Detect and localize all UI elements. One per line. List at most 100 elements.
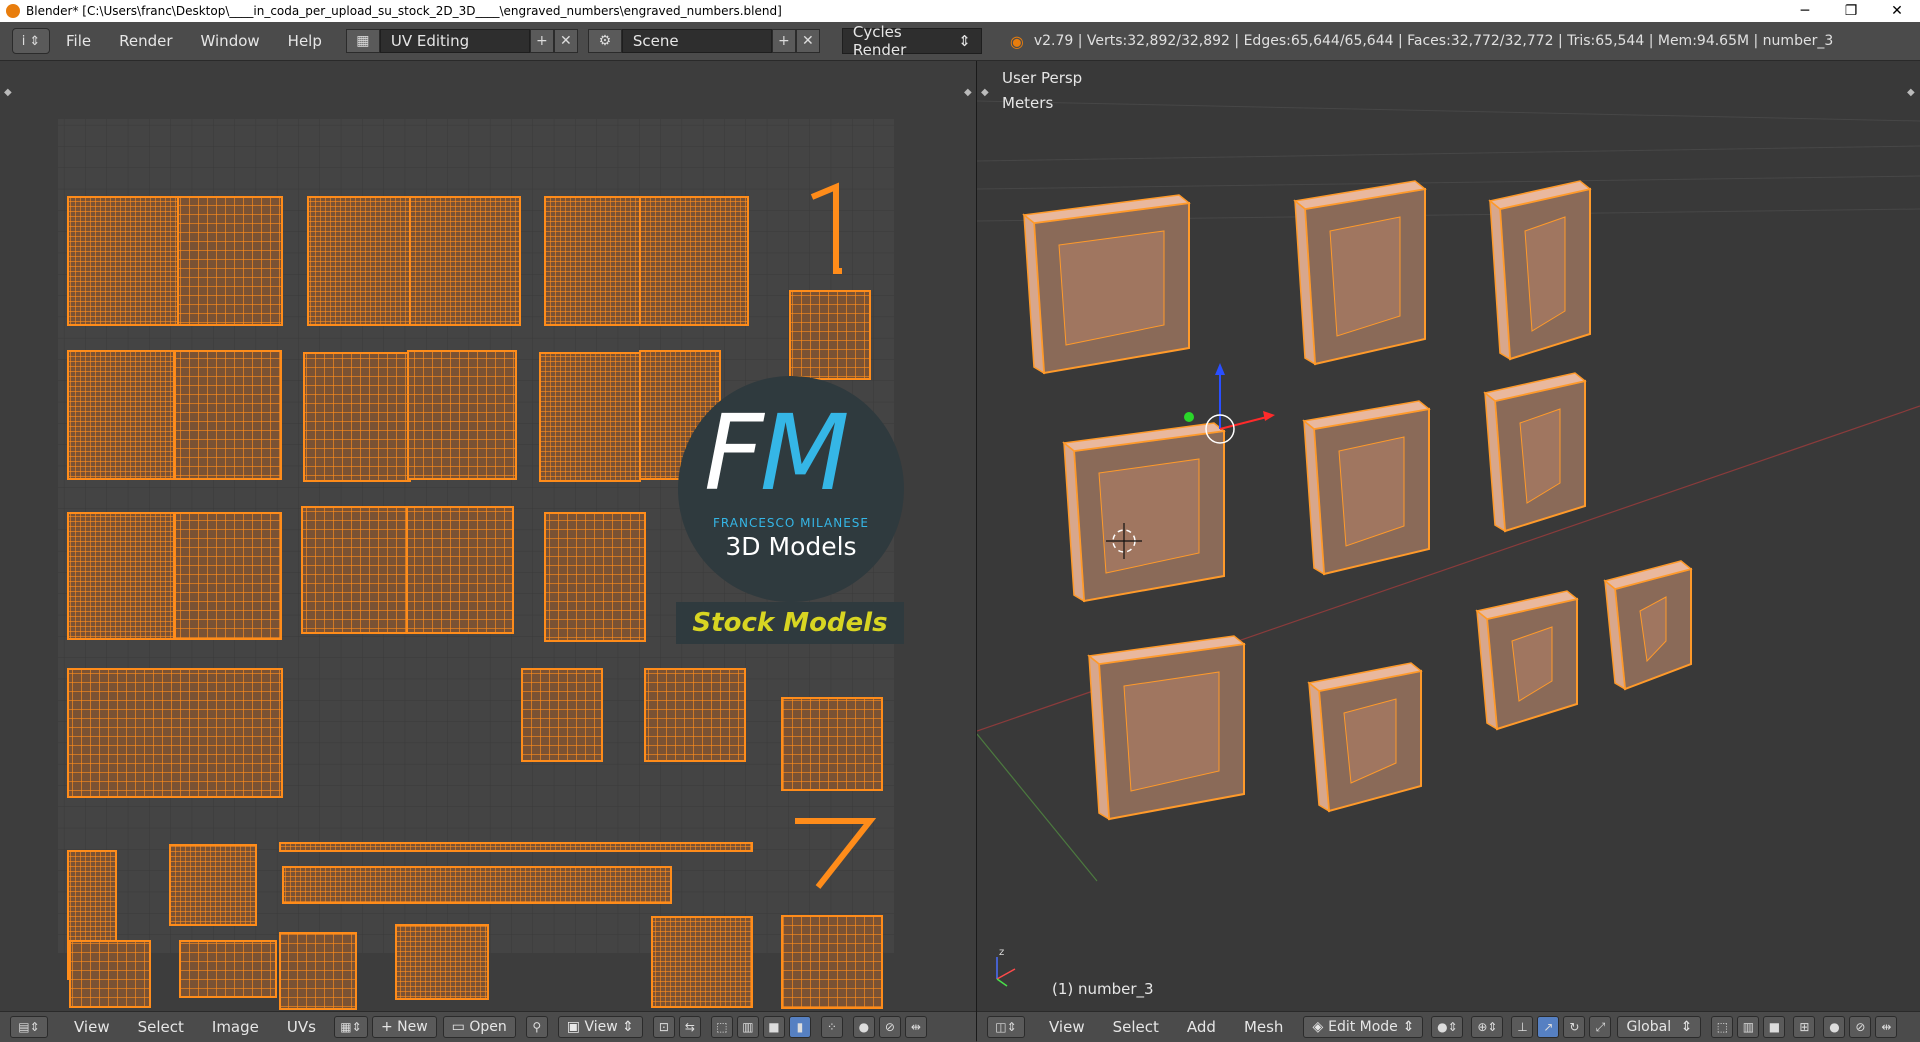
uv-island	[174, 350, 282, 480]
view-units-label: Meters	[1002, 94, 1054, 112]
scene-stats: v2.79 | Verts:32,892/32,892 | Edges:65,6…	[1033, 33, 1834, 49]
image-icon: ▣	[566, 1019, 585, 1035]
uv-island	[177, 196, 283, 326]
manipulator-toggle-icon[interactable]: ⊥	[1511, 1016, 1534, 1038]
uv-island	[644, 668, 746, 762]
mesh-block	[1022, 194, 1191, 375]
uv-island	[409, 196, 521, 326]
minimize-button[interactable]: ─	[1782, 0, 1828, 22]
uv-island	[406, 506, 514, 634]
pin-icon[interactable]: ⚲	[525, 1016, 548, 1038]
menu-help[interactable]: Help	[288, 32, 322, 50]
edge-select-icon[interactable]: ▥	[736, 1016, 759, 1038]
pivot-point-icon[interactable]: ⊕⇕	[1471, 1016, 1504, 1038]
menu-select[interactable]: Select	[1113, 1018, 1159, 1036]
menu-mesh[interactable]: Mesh	[1244, 1018, 1284, 1036]
screen-layout-icon[interactable]: ▦	[345, 29, 380, 53]
uv-island	[179, 940, 277, 998]
uv-image-editor[interactable]: ◆ ◆ FM FRANCESCO MILANESE 3D Models Stoc…	[0, 61, 976, 1011]
menu-select[interactable]: Select	[138, 1018, 184, 1036]
open-image-label: Open	[469, 1019, 507, 1035]
region-toggle-icon[interactable]: ◆	[4, 87, 12, 98]
region-toggle-icon[interactable]: ◆	[1907, 87, 1915, 98]
folder-icon: ▭	[451, 1019, 470, 1035]
proportional-edit-icon[interactable]: ●	[1823, 1016, 1846, 1038]
region-toggle-icon[interactable]: ◆	[964, 87, 972, 98]
viewport-header: ◫⇕ View Select Add Mesh ◈ Edit Mode ⇕ ●⇕…	[977, 1011, 1920, 1042]
mesh-block	[1483, 372, 1587, 533]
image-browse-icon[interactable]: ▦⇕	[333, 1016, 368, 1038]
orientation-label: Global	[1626, 1019, 1672, 1035]
menu-view[interactable]: View	[74, 1018, 110, 1036]
snap-element-icon[interactable]: ⇹	[1875, 1016, 1898, 1038]
vertex-select-icon[interactable]: ⬚	[710, 1016, 733, 1038]
mesh-block	[1603, 560, 1693, 691]
edge-select-mode-icon[interactable]: ▥	[1737, 1016, 1760, 1038]
menu-file[interactable]: File	[66, 32, 91, 50]
face-select-mode-icon[interactable]: ■	[1763, 1016, 1786, 1038]
view-mode-dropdown[interactable]: ▣ View ⇕	[557, 1016, 643, 1038]
face-select-icon[interactable]: ■	[762, 1016, 785, 1038]
mesh-block	[1087, 635, 1246, 821]
3d-viewport[interactable]: z ◆ ◆ User Persp Meters (1) number_3	[977, 61, 1920, 1011]
sync-selection-icon[interactable]: ⇆	[678, 1016, 701, 1038]
editor-type-selector[interactable]: ▤⇕	[10, 1016, 48, 1038]
uv-island	[69, 940, 151, 1008]
screen-layout-field[interactable]: UV Editing	[379, 29, 530, 53]
info-icon: i	[21, 33, 26, 49]
pivot-icon[interactable]: ⊡	[652, 1016, 675, 1038]
active-object-label: (1) number_3	[1052, 980, 1154, 998]
uv-island	[544, 512, 646, 642]
svg-text:z: z	[999, 947, 1004, 958]
viewport-shading-icon[interactable]: ●⇕	[1431, 1016, 1464, 1038]
mesh-objects	[1022, 180, 1693, 821]
uv-island	[67, 196, 181, 326]
vertex-select-mode-icon[interactable]: ⬚	[1711, 1016, 1734, 1038]
add-scene-button[interactable]: +	[771, 29, 796, 53]
snap-icon[interactable]: ⊘	[878, 1016, 901, 1038]
window-title: Blender* [C:\Users\franc\Desktop\____in_…	[26, 4, 782, 18]
open-image-button[interactable]: ▭ Open	[442, 1016, 516, 1038]
axis-gizmo: z	[996, 947, 1016, 987]
island-select-icon[interactable]: ▮	[788, 1016, 811, 1038]
proportional-edit-icon[interactable]: ●	[852, 1016, 875, 1038]
new-image-button[interactable]: + New	[371, 1016, 437, 1038]
scene-field[interactable]: Scene	[621, 29, 772, 53]
rotate-manipulator-icon[interactable]: ↻	[1563, 1016, 1586, 1038]
sticky-select-icon[interactable]: ⁘	[820, 1016, 843, 1038]
add-screen-button[interactable]: +	[529, 29, 554, 53]
menu-add[interactable]: Add	[1187, 1018, 1216, 1036]
region-toggle-icon[interactable]: ◆	[981, 87, 989, 98]
menu-image[interactable]: Image	[212, 1018, 259, 1036]
editor-type-selector[interactable]: ◫⇕	[987, 1016, 1025, 1038]
maximize-button[interactable]: ❐	[1828, 0, 1874, 22]
menu-view[interactable]: View	[1049, 1018, 1085, 1036]
blender-logo-icon	[6, 4, 20, 18]
limit-selection-icon[interactable]: ⊞	[1793, 1016, 1816, 1038]
remove-scene-button[interactable]: ✕	[795, 29, 820, 53]
uv-island	[67, 350, 175, 480]
menu-render[interactable]: Render	[119, 32, 172, 50]
menu-window[interactable]: Window	[201, 32, 260, 50]
render-engine-dropdown[interactable]: Cycles Render ⇕	[841, 23, 982, 59]
snap-icon[interactable]: ⊘	[1849, 1016, 1872, 1038]
uv-island	[651, 916, 753, 1008]
mesh-block	[1302, 400, 1431, 576]
uv-island	[395, 924, 489, 1000]
scale-manipulator-icon[interactable]: ⤢	[1589, 1016, 1612, 1038]
mesh-block	[1062, 422, 1226, 603]
chevron-updown-icon: ⇕	[29, 33, 41, 49]
logo-name: FRANCESCO MILANESE	[713, 516, 869, 530]
scene-icon[interactable]: ⚙	[587, 29, 622, 53]
translate-manipulator-icon[interactable]: ↗	[1537, 1016, 1560, 1038]
menu-uvs[interactable]: UVs	[287, 1018, 316, 1036]
mode-dropdown[interactable]: ◈ Edit Mode ⇕	[1303, 1016, 1424, 1038]
viewport-canvas[interactable]: z ◆ ◆	[977, 61, 1920, 1011]
info-header: i ⇕ File Render Window Help ▦ UV Editing…	[0, 22, 1920, 61]
remove-screen-button[interactable]: ✕	[553, 29, 578, 53]
snap-target-icon[interactable]: ⇹	[904, 1016, 927, 1038]
editor-type-selector[interactable]: i ⇕	[12, 28, 50, 54]
close-button[interactable]: ✕	[1874, 0, 1920, 22]
logo-letters: FM	[704, 401, 850, 505]
transform-orientation-dropdown[interactable]: Global ⇕	[1617, 1016, 1702, 1038]
